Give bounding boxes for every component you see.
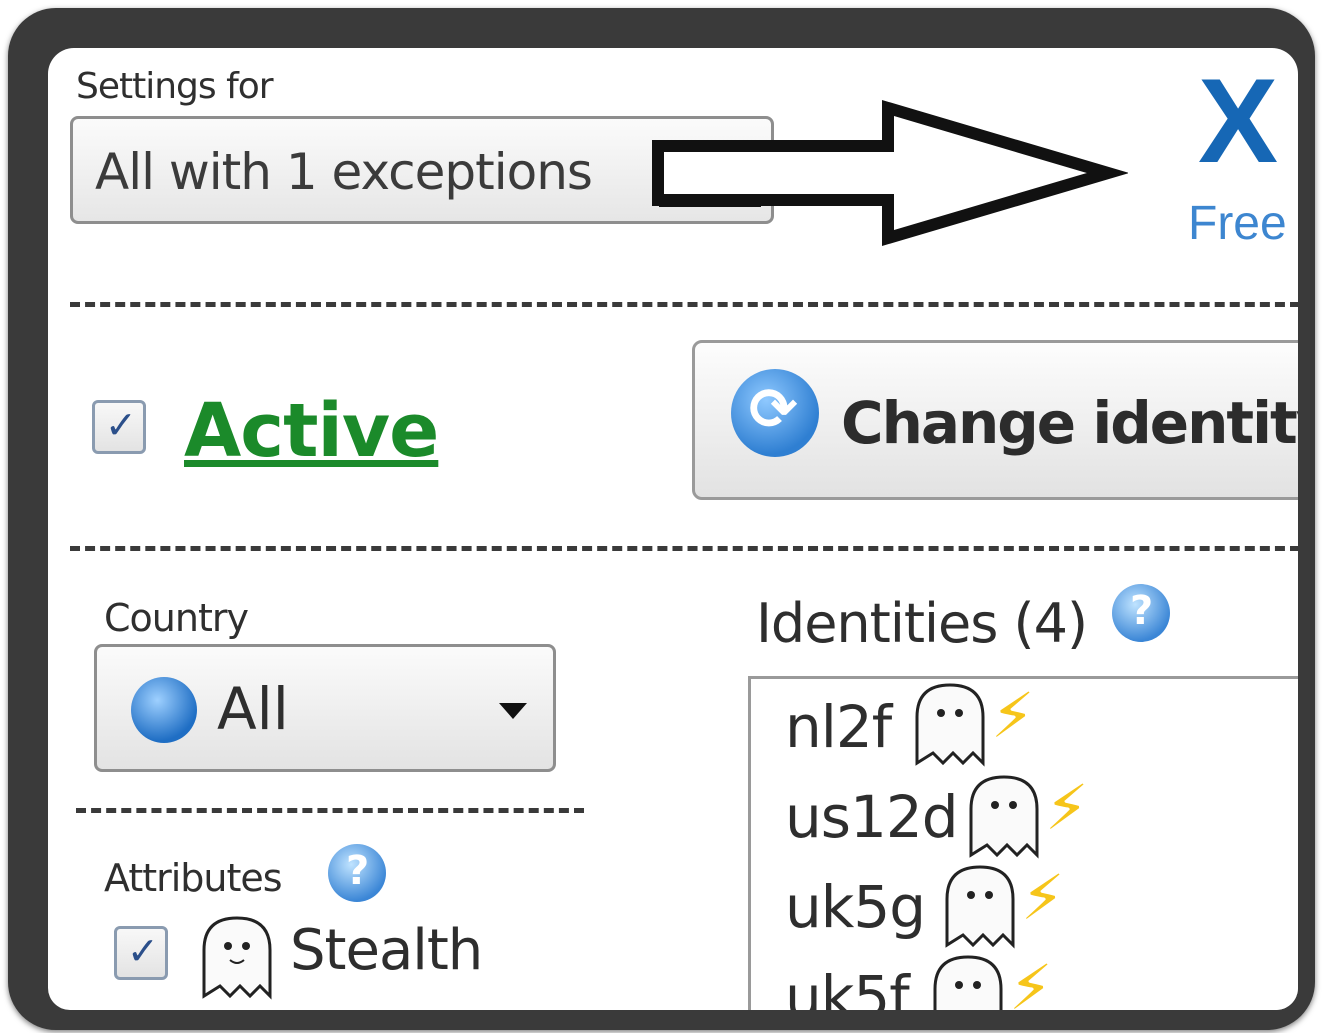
ghost-icon [202,916,272,1000]
screenshot-frame: Settings for All with 1 exceptions X Fre… [8,8,1315,1030]
change-identity-button[interactable]: Change identity [692,340,1298,500]
identities-label: Identities (4) [756,592,1088,655]
ghost-icon [969,775,1039,859]
help-icon[interactable] [328,844,386,902]
change-identity-label: Change identity [841,389,1298,457]
lightning-icon: ⚡ [1045,771,1089,844]
chevron-down-icon [499,703,527,719]
app-logo: X [1198,54,1279,188]
stealth-checkbox[interactable] [114,926,168,980]
settings-for-label: Settings for [76,66,274,107]
settings-for-value: All with 1 exceptions [95,143,593,201]
app-edition-label: Free [1188,197,1287,250]
help-icon[interactable] [1112,584,1170,642]
identity-name: uk5g [785,873,926,941]
country-dropdown[interactable]: All [94,644,556,772]
annotation-arrow-icon [652,99,1128,247]
identity-name: us12d [785,783,959,851]
ghost-icon [915,683,985,767]
settings-panel: Settings for All with 1 exceptions X Fre… [48,48,1298,1010]
country-label: Country [104,596,249,640]
lightning-icon: ⚡ [1021,861,1065,934]
divider [70,546,1298,551]
ghost-icon [945,865,1015,949]
divider [70,302,1298,307]
attributes-label: Attributes [104,856,283,900]
globe-icon [131,677,197,743]
identities-list[interactable]: nl2f ⚡ us12d ⚡ uk5g ⚡ uk5f ⚡ [748,676,1298,1010]
identity-name: uk5f [785,963,910,1010]
country-value: All [217,675,289,743]
active-label[interactable]: Active [184,388,439,474]
active-checkbox[interactable] [92,400,146,454]
stealth-label[interactable]: Stealth [290,918,483,983]
lightning-icon: ⚡ [991,679,1035,752]
lightning-icon: ⚡ [1009,951,1053,1010]
ghost-icon [933,955,1003,1010]
identity-name: nl2f [785,693,892,761]
divider [76,808,584,813]
sync-icon [731,369,819,457]
